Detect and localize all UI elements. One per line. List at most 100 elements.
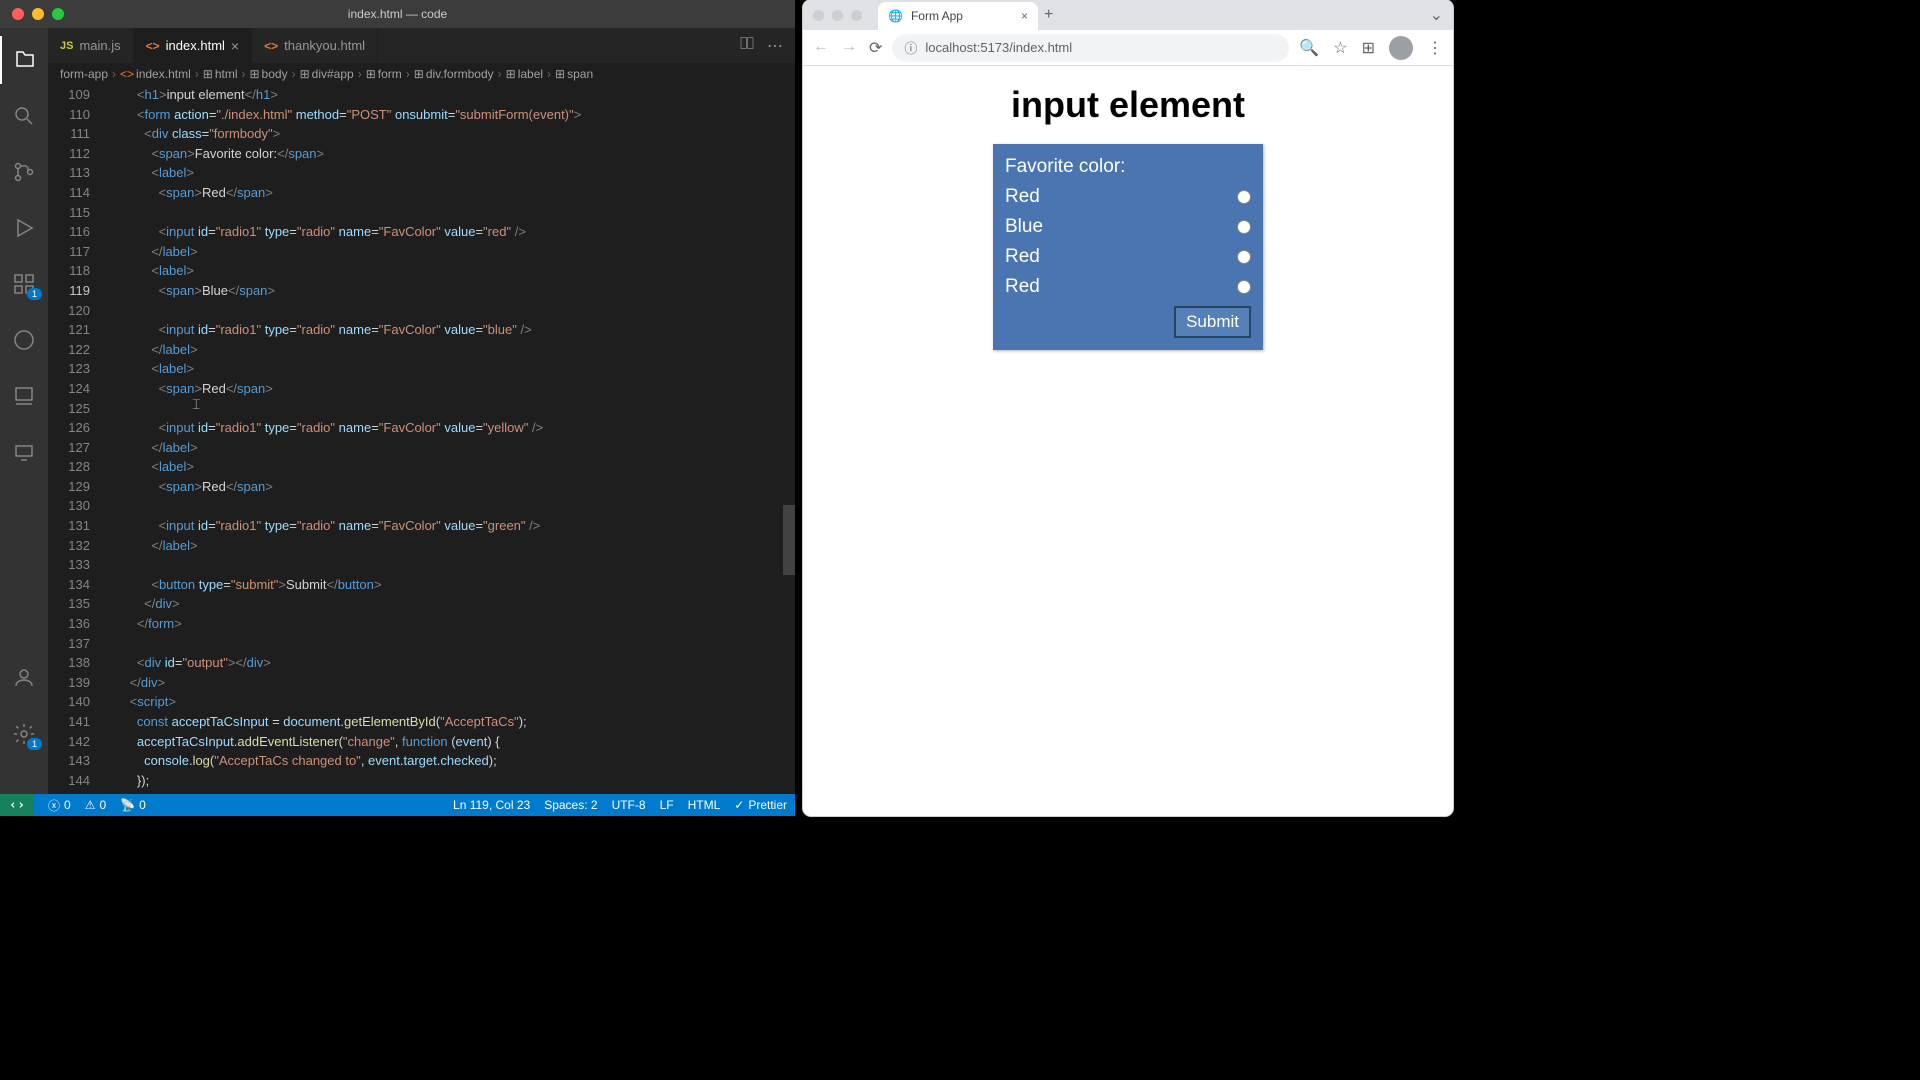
bc-item[interactable]: index.html: [136, 67, 191, 81]
radio-input[interactable]: [1237, 250, 1251, 264]
new-tab-icon[interactable]: +: [1044, 6, 1053, 24]
minimap-thumb[interactable]: [783, 505, 795, 575]
tab-label: main.js: [79, 38, 120, 53]
maximize-window-icon[interactable]: [52, 8, 64, 20]
run-debug-icon[interactable]: [0, 204, 48, 252]
close-window-icon[interactable]: [12, 8, 24, 20]
radio-input[interactable]: [1237, 220, 1251, 234]
minimize-icon[interactable]: [832, 10, 843, 21]
back-icon[interactable]: ←: [813, 38, 829, 58]
port-indicator[interactable]: 📡 0: [120, 798, 146, 812]
radio-row[interactable]: Blue: [1005, 216, 1251, 238]
close-icon[interactable]: [813, 10, 824, 21]
browser-traffic-lights: [813, 10, 862, 21]
page-favicon-icon: 🌐: [888, 9, 903, 23]
source-control-icon[interactable]: [0, 148, 48, 196]
search-icon[interactable]: [0, 92, 48, 140]
gear-badge: 1: [27, 738, 42, 750]
indent-indicator[interactable]: Spaces: 2: [544, 798, 597, 812]
split-editor-icon[interactable]: [739, 35, 755, 56]
code-content[interactable]: <h1>input element</h1> <form action="./i…: [108, 85, 795, 794]
browser-titlebar: 🌐 Form App × + ⌄: [803, 0, 1453, 30]
bc-item[interactable]: body: [262, 67, 288, 81]
code-editor[interactable]: 1091101111121131141151161171181191201211…: [48, 85, 795, 794]
remote-indicator-icon[interactable]: [0, 794, 34, 816]
bc-item[interactable]: html: [215, 67, 238, 81]
language-indicator[interactable]: HTML: [688, 798, 721, 812]
form-legend: Favorite color:: [1005, 156, 1251, 178]
tabs-bar: JS main.js <> index.html × <> thankyou.h…: [48, 28, 795, 63]
tab-index-html[interactable]: <> index.html ×: [134, 28, 252, 63]
page-heading: input element: [1011, 84, 1245, 126]
tab-thankyou-html[interactable]: <> thankyou.html: [252, 28, 378, 63]
encoding-indicator[interactable]: UTF-8: [612, 798, 646, 812]
radio-label: Red: [1005, 186, 1040, 208]
submit-button[interactable]: Submit: [1174, 306, 1251, 338]
radio-row[interactable]: Red: [1005, 246, 1251, 268]
radio-label: Red: [1005, 276, 1040, 298]
info-icon[interactable]: ⓘ: [904, 38, 917, 57]
eol-indicator[interactable]: LF: [660, 798, 674, 812]
avatar[interactable]: [1389, 36, 1413, 60]
reload-icon[interactable]: ⟳: [869, 38, 882, 58]
vscode-window: index.html — code 1 1 JS main.js: [0, 0, 795, 816]
remote-explorer-icon[interactable]: [0, 316, 48, 364]
radio-input[interactable]: [1237, 190, 1251, 204]
close-tab-icon[interactable]: ×: [1021, 9, 1028, 23]
maximize-icon[interactable]: [851, 10, 862, 21]
extensions-icon[interactable]: 1: [0, 260, 48, 308]
bookmark-icon[interactable]: ☆: [1333, 38, 1347, 58]
menu-icon[interactable]: ⋮: [1427, 38, 1443, 58]
remote-icon[interactable]: [0, 428, 48, 476]
form-body: Favorite color: Red Blue Red Red Submit: [993, 144, 1263, 350]
html-file-icon: <>: [264, 39, 278, 53]
text-cursor-icon: ⌶: [192, 395, 200, 415]
cursor-position[interactable]: Ln 119, Col 23: [453, 798, 530, 812]
traffic-lights: [0, 8, 64, 20]
gear-icon[interactable]: 1: [0, 710, 48, 758]
accounts-icon[interactable]: [0, 654, 48, 702]
activity-bar: 1 1: [0, 28, 48, 794]
minimize-window-icon[interactable]: [32, 8, 44, 20]
bc-item[interactable]: label: [518, 67, 543, 81]
toolbar-right: 🔍 ☆ ⊞ ⋮: [1299, 36, 1443, 60]
close-icon[interactable]: ×: [231, 38, 239, 54]
warnings-indicator[interactable]: ⚠ 0: [85, 798, 106, 812]
js-file-icon: JS: [60, 40, 73, 52]
tab-label: thankyou.html: [284, 38, 365, 53]
explorer-icon[interactable]: [0, 36, 48, 84]
radio-label: Blue: [1005, 216, 1043, 238]
bc-item[interactable]: div#app: [312, 67, 354, 81]
breadcrumb[interactable]: form-app› <> index.html› ⊞ html› ⊞ body›…: [48, 63, 795, 85]
more-icon[interactable]: ⋯: [767, 36, 783, 56]
bc-item[interactable]: form: [378, 67, 402, 81]
vscode-body: 1 1 JS main.js <> index.html ×: [0, 28, 795, 794]
html-file-icon: <>: [146, 39, 160, 53]
address-bar[interactable]: ⓘ localhost:5173/index.html: [892, 34, 1289, 62]
extension-icon[interactable]: ⊞: [1362, 38, 1375, 58]
browser-tab[interactable]: 🌐 Form App ×: [878, 2, 1038, 30]
browser-window: 🌐 Form App × + ⌄ ← → ⟳ ⓘ localhost:5173/…: [803, 0, 1453, 816]
nav-buttons: ← → ⟳: [813, 38, 882, 58]
tab-label: index.html: [166, 38, 225, 53]
tabs-actions: ⋯: [739, 28, 795, 63]
line-gutter: 1091101111121131141151161171181191201211…: [48, 85, 108, 794]
bc-item[interactable]: span: [567, 67, 593, 81]
titlebar: index.html — code: [0, 0, 795, 28]
minimap[interactable]: [783, 85, 795, 794]
url-text: localhost:5173/index.html: [925, 40, 1072, 55]
window-title: index.html — code: [348, 7, 447, 21]
forward-icon[interactable]: →: [841, 38, 857, 58]
bc-item[interactable]: form-app: [60, 67, 108, 81]
zoom-icon[interactable]: 🔍: [1299, 38, 1319, 58]
bc-item[interactable]: div.formbody: [426, 67, 494, 81]
radio-row[interactable]: Red: [1005, 186, 1251, 208]
radio-row[interactable]: Red: [1005, 276, 1251, 298]
prettier-indicator[interactable]: ✓ Prettier: [734, 798, 787, 812]
bookmarks-icon[interactable]: [0, 372, 48, 420]
chevron-down-icon[interactable]: ⌄: [1430, 5, 1443, 25]
tab-main-js[interactable]: JS main.js: [48, 28, 134, 63]
radio-input[interactable]: [1237, 280, 1251, 294]
errors-indicator[interactable]: ⓧ 0: [48, 797, 71, 814]
page-content: input element Favorite color: Red Blue R…: [803, 66, 1453, 816]
